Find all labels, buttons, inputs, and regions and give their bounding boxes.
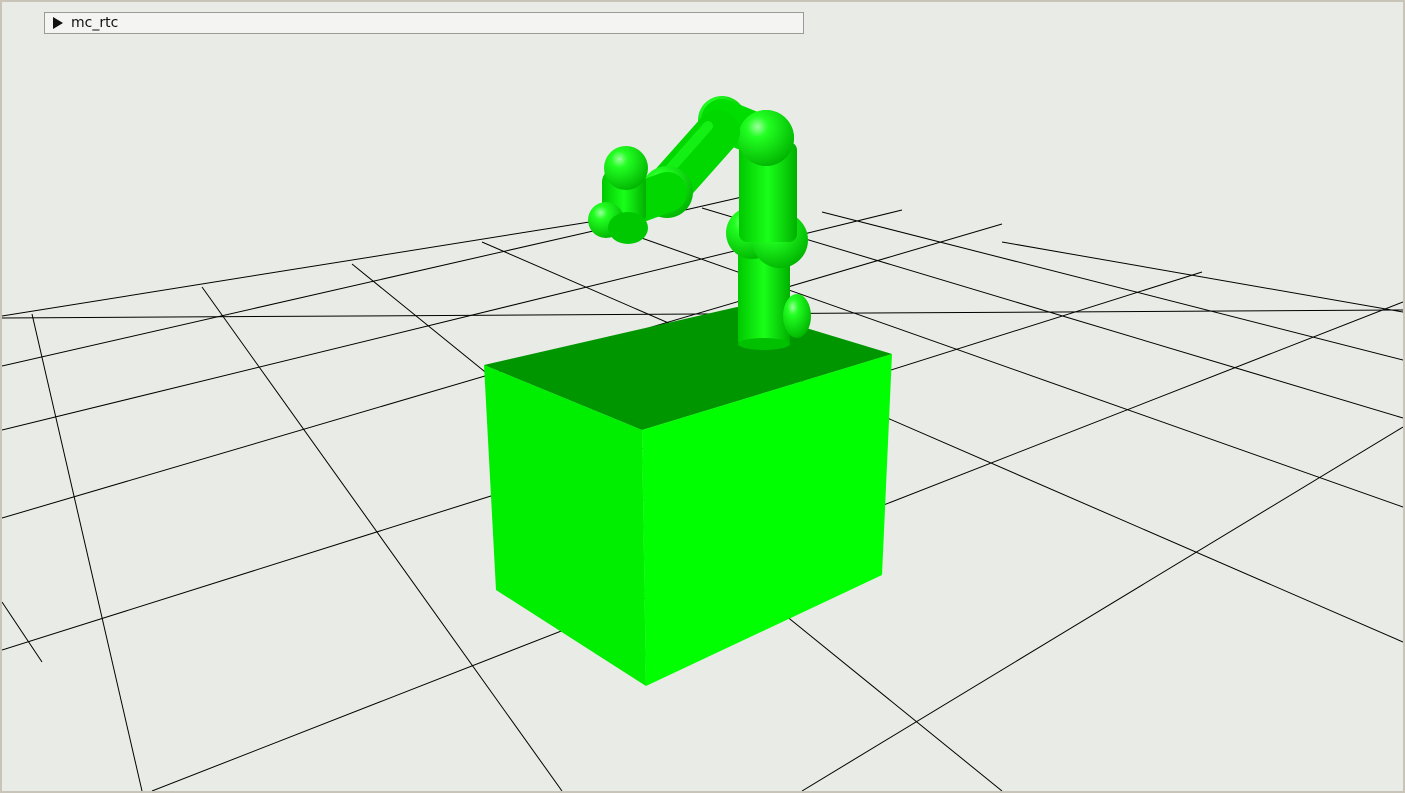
scene-canvas[interactable] xyxy=(2,2,1403,791)
robot-base-joint xyxy=(783,294,811,338)
3d-viewport[interactable] xyxy=(2,2,1403,791)
expand-arrow-icon[interactable] xyxy=(53,17,63,29)
mc-rtc-panel-header[interactable]: mc_rtc xyxy=(44,12,804,34)
panel-title: mc_rtc xyxy=(71,15,119,31)
robot-end-joint xyxy=(604,146,648,190)
app-window: mc_rtc xyxy=(0,0,1405,793)
robot-arm xyxy=(588,96,811,350)
table-box xyxy=(484,307,892,686)
